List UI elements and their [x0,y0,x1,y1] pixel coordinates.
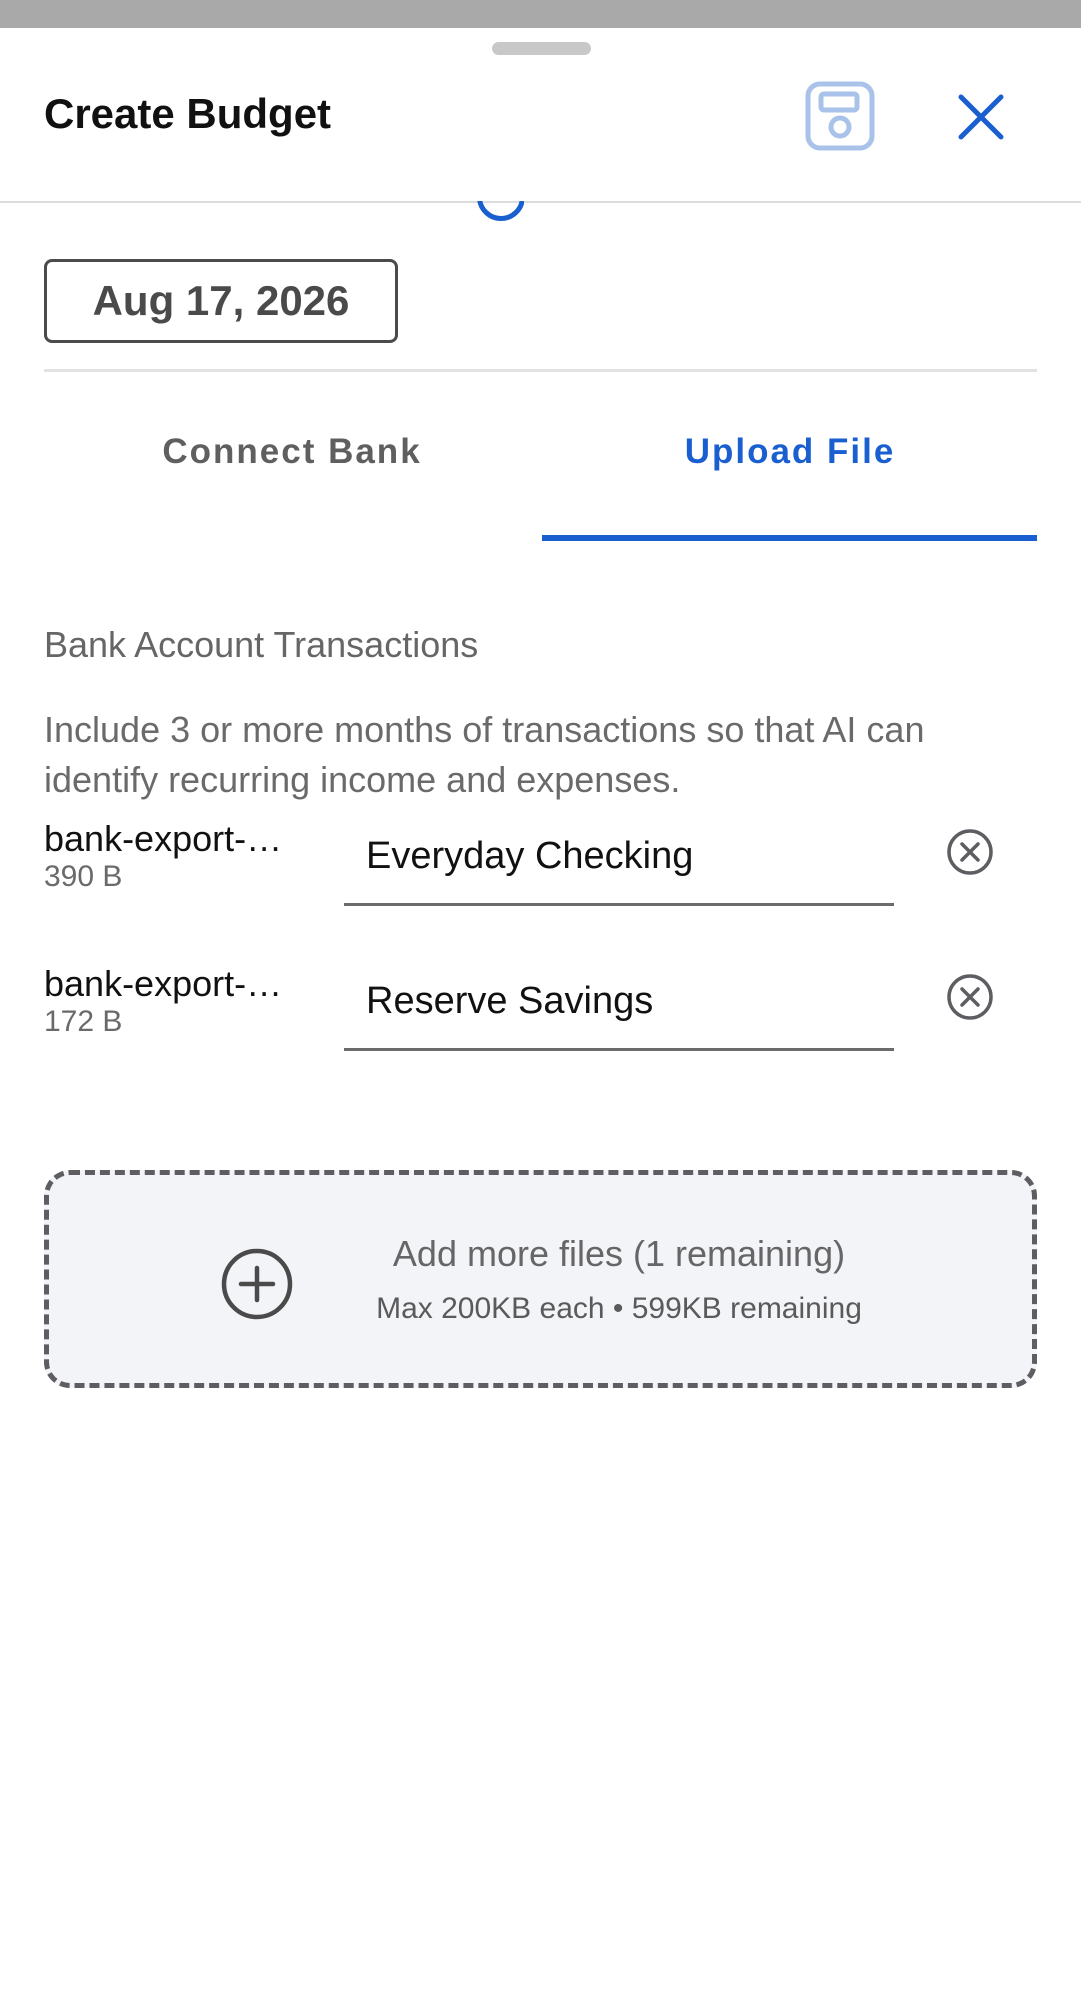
sheet-header: Create Budget [0,28,1081,203]
step-indicator-icon [474,201,524,229]
active-tab-indicator [542,535,1037,541]
save-floppy-icon [805,81,875,151]
page: Create Budget Aug 17, 2026 Connect Bank … [0,0,1081,1999]
tab-upload-file[interactable]: Upload File [542,432,1038,472]
create-budget-sheet: Create Budget Aug 17, 2026 Connect Bank … [0,28,1081,1999]
dropzone-subtitle: Max 200KB each • 599KB remaining [376,1292,862,1325]
remove-file-button[interactable] [944,971,996,1023]
file-size: 172 B [44,1005,123,1038]
file-size: 390 B [44,860,123,893]
background-overlay [0,0,1081,28]
remove-circle-x-icon [947,829,993,875]
section-label: Bank Account Transactions [44,624,479,665]
file-name: bank-export-… [44,818,283,859]
help-text: Include 3 or more months of transactions… [44,709,925,800]
tab-connect-bank[interactable]: Connect Bank [44,432,540,472]
dropzone-title: Add more files (1 remaining) [392,1233,846,1274]
save-button[interactable] [804,80,876,152]
remove-circle-x-icon [947,974,993,1020]
close-icon [958,94,1004,140]
file-row: bank-export-… 172 B [0,955,1081,1093]
add-files-dropzone[interactable]: Add more files (1 remaining) Max 200KB e… [44,1170,1037,1388]
page-title: Create Budget [44,90,332,137]
account-name-input[interactable] [344,955,894,1051]
account-name-input[interactable] [344,810,894,906]
close-button[interactable] [952,88,1010,146]
date-field[interactable]: Aug 17, 2026 [44,259,398,343]
file-name: bank-export-… [44,963,283,1004]
divider [44,369,1037,372]
file-row: bank-export-… 390 B [0,810,1081,948]
remove-file-button[interactable] [944,826,996,878]
